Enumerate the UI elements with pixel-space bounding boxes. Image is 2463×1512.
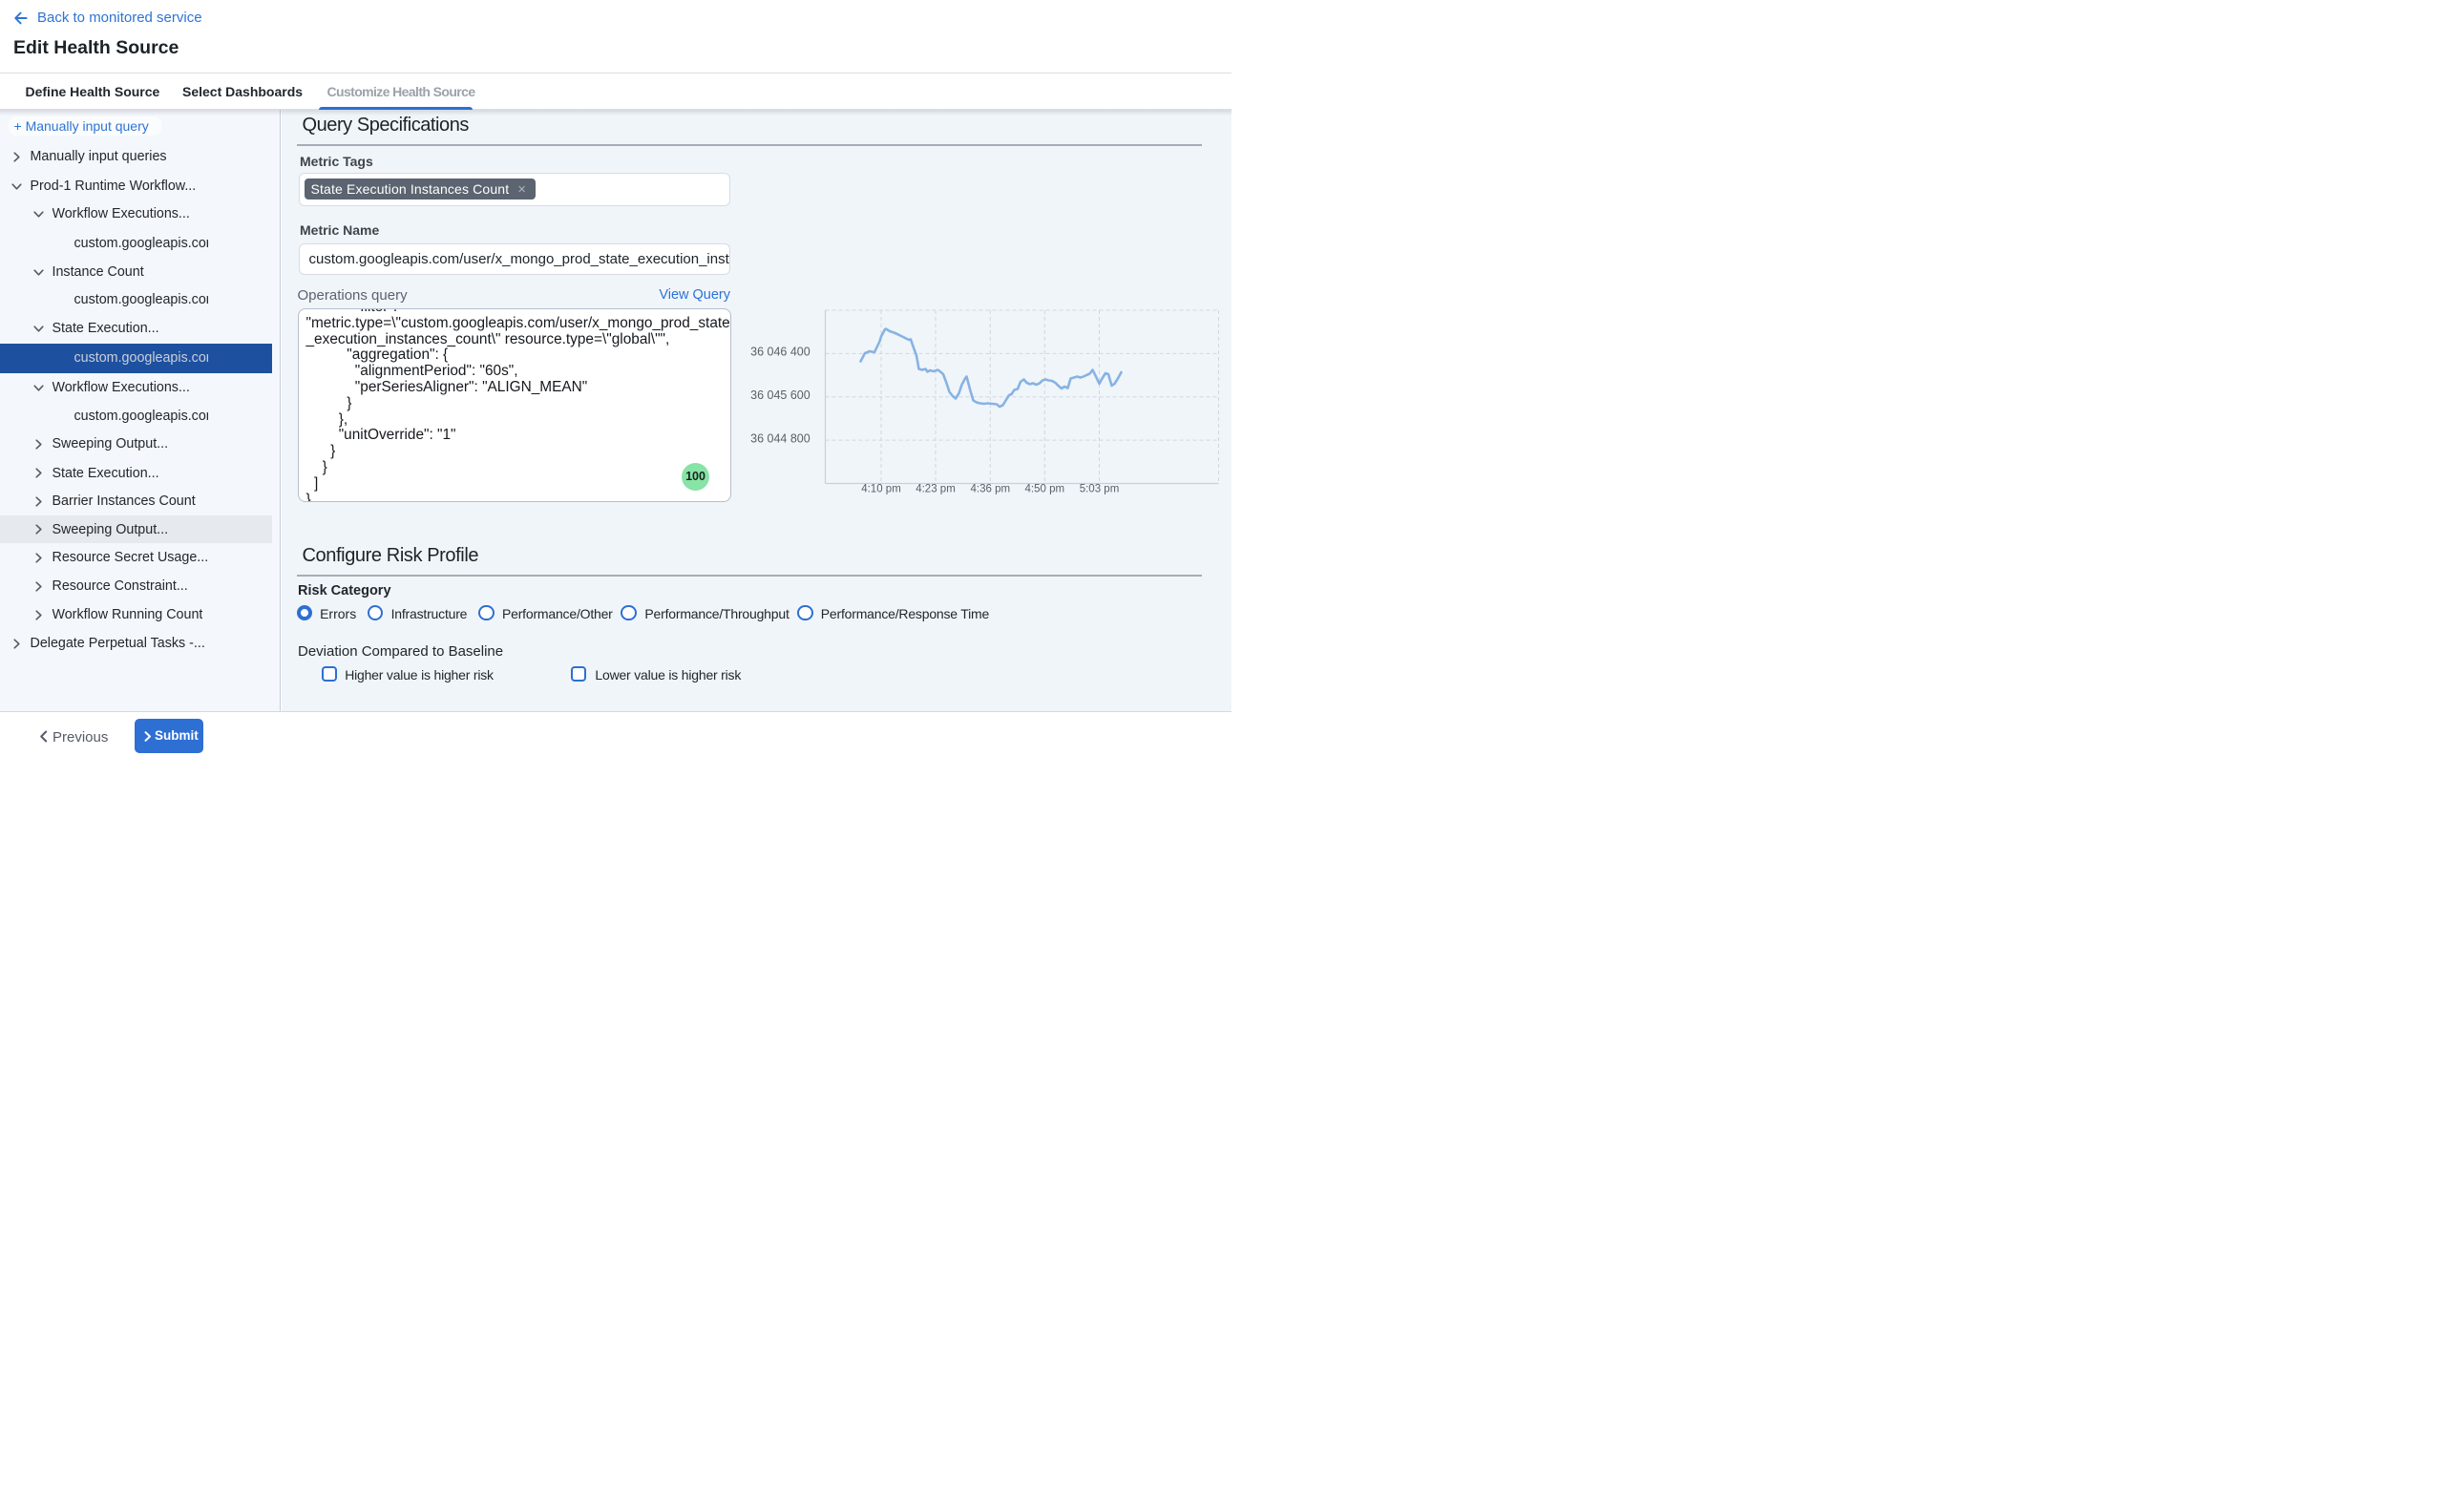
svg-text:4:10 pm: 4:10 pm: [861, 484, 901, 495]
svg-text:4:23 pm: 4:23 pm: [916, 484, 956, 495]
svg-text:5:03 pm: 5:03 pm: [1080, 484, 1120, 495]
svg-text:4:36 pm: 4:36 pm: [971, 484, 1011, 495]
svg-text:36 044 800: 36 044 800: [750, 431, 810, 445]
svg-text:36 046 400: 36 046 400: [750, 346, 810, 359]
svg-text:4:50 pm: 4:50 pm: [1025, 484, 1065, 495]
svg-text:36 045 600: 36 045 600: [750, 388, 810, 402]
